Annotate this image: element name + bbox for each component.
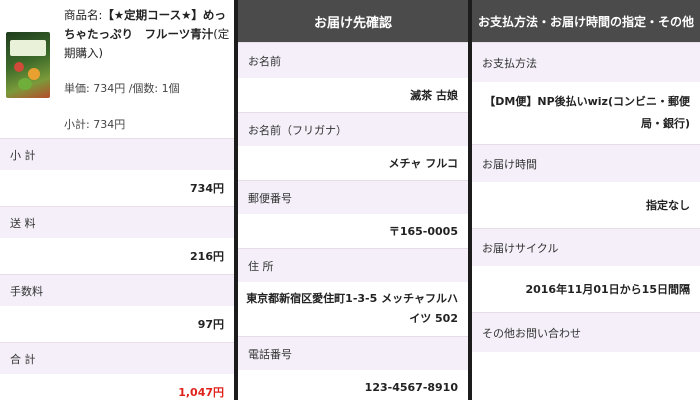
product-item: 商品名:【★定期コース★】めっちゃたっぷり フルーツ青汁(定期購入) 単価: 7…	[0, 0, 234, 138]
phone-value: 123-4567-8910	[238, 370, 468, 400]
delivery-time-value: 指定なし	[472, 182, 700, 228]
other-inquiry-value	[472, 352, 700, 400]
payment-header: お支払方法・お届け時間の指定・その他	[472, 0, 700, 42]
name-value: 滅茶 古娘	[238, 78, 468, 112]
fee-value: 97円	[0, 306, 234, 342]
furigana-value: メチャ フルコ	[238, 146, 468, 180]
shipping-value: 216円	[0, 238, 234, 274]
delivery-cycle-label: お届けサイクル	[472, 228, 700, 266]
furigana-label: お名前（フリガナ）	[238, 112, 468, 146]
delivery-header: お届け先確認	[238, 0, 468, 42]
fee-label: 手数料	[0, 274, 234, 306]
delivery-time-label: お届け時間	[472, 144, 700, 182]
postal-code-value: 〒165-0005	[238, 214, 468, 248]
postal-code-label: 郵便番号	[238, 180, 468, 214]
delivery-confirm-panel: お届け先確認 お名前 滅茶 古娘 お名前（フリガナ） メチャ フルコ 郵便番号 …	[238, 0, 468, 400]
total-value: 1,047円	[0, 374, 234, 400]
order-summary-panel: 商品名:【★定期コース★】めっちゃたっぷり フルーツ青汁(定期購入) 単価: 7…	[0, 0, 234, 400]
address-label: 住 所	[238, 248, 468, 282]
shipping-label: 送 料	[0, 206, 234, 238]
other-inquiry-label: その他お問い合わせ	[472, 312, 700, 352]
subtotal-value: 734円	[0, 170, 234, 206]
payment-options-panel: お支払方法・お届け時間の指定・その他 お支払方法 【DM便】NP後払いwiz(コ…	[472, 0, 700, 400]
address-value: 東京都新宿区愛住町1-3-5 メッチャフルハイツ 502	[238, 282, 468, 336]
name-label: お名前	[238, 42, 468, 78]
product-subtotal: 小計: 734円	[64, 118, 126, 131]
delivery-cycle-value: 2016年11月01日から15日間隔	[472, 266, 700, 312]
total-label: 合 計	[0, 342, 234, 374]
product-unit-price: 単価: 734円 /個数: 1個	[64, 82, 180, 95]
product-name: 商品名:【★定期コース★】めっちゃたっぷり フルーツ青汁(定期購入)	[64, 8, 230, 60]
subtotal-label: 小 計	[0, 138, 234, 170]
phone-label: 電話番号	[238, 336, 468, 370]
payment-method-label: お支払方法	[472, 42, 700, 82]
product-thumbnail	[6, 32, 50, 98]
payment-method-value: 【DM便】NP後払いwiz(コンビニ・郵便局・銀行)	[472, 82, 700, 144]
